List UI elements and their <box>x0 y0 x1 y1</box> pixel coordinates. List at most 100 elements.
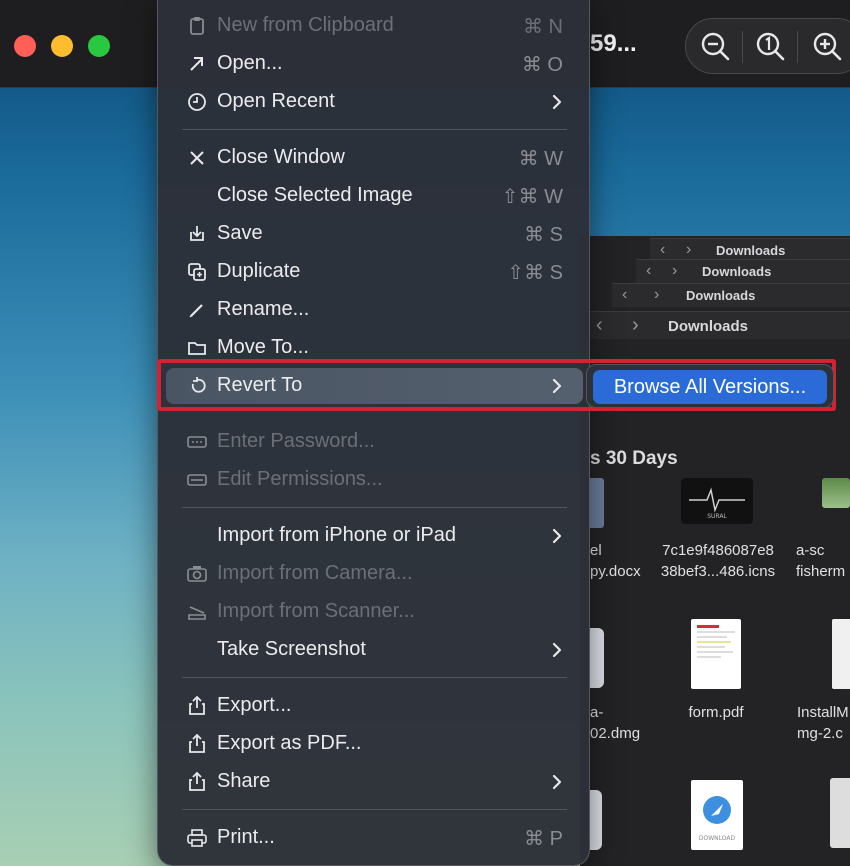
finder-path-bar: ‹ › Downloads <box>590 311 850 339</box>
file-name[interactable]: a- 02.dmg <box>590 702 650 744</box>
finder-path-label: Downloads <box>686 288 756 303</box>
browse-all-versions-item[interactable]: Browse All Versions... <box>593 370 827 404</box>
permissions-icon <box>186 469 208 491</box>
menu-item-import-from-camera: Import from Camera... <box>166 556 583 592</box>
scanner-icon <box>186 601 208 623</box>
file-thumbnail[interactable] <box>832 619 850 689</box>
menu-item-label: Enter Password... <box>217 430 375 452</box>
forward-icon[interactable]: › <box>672 262 677 280</box>
zoom-window-button[interactable] <box>88 35 110 57</box>
menu-separator <box>182 677 567 678</box>
duplicate-icon <box>186 261 208 283</box>
clipboard-icon <box>186 15 208 37</box>
zoom-controls <box>685 18 850 74</box>
menu-item-label: Edit Permissions... <box>217 468 383 490</box>
file-thumbnail[interactable] <box>590 478 604 528</box>
export-icon <box>186 695 208 717</box>
share-icon <box>186 771 208 793</box>
back-icon[interactable]: ‹ <box>646 262 651 280</box>
zoom-in-icon[interactable] <box>810 29 846 65</box>
revert-to-submenu: Browse All Versions... <box>586 364 834 408</box>
menu-separator <box>182 507 567 508</box>
menu-item-rename[interactable]: Rename... <box>166 292 583 328</box>
menu-separator <box>182 129 567 130</box>
menu-item-print[interactable]: Print... ⌘ P <box>166 820 583 856</box>
file-name[interactable]: a-sc fisherm <box>796 540 850 582</box>
menu-item-label: Import from Scanner... <box>217 600 415 622</box>
menu-item-shortcut: ⇧⌘ S <box>507 262 563 284</box>
file-thumbnail[interactable]: SURAL <box>681 478 753 524</box>
menu-item-label: Open Recent <box>217 90 335 112</box>
forward-icon[interactable]: › <box>686 241 691 259</box>
menu-item-shortcut: ⌘ O <box>521 54 563 76</box>
file-menu: New from Clipboard ⌘ N Open... ⌘ O Open Rece… <box>157 0 590 866</box>
actual-size-icon[interactable] <box>753 29 789 65</box>
menu-item-share[interactable]: Share <box>166 764 583 800</box>
password-icon <box>186 431 208 453</box>
finder-path-bar: ‹ › Downloads <box>612 283 850 307</box>
chevron-right-icon <box>547 640 567 660</box>
chevron-right-icon <box>547 92 567 112</box>
menu-item-label: Rename... <box>217 298 310 320</box>
zoom-separator <box>742 31 743 63</box>
finder-path-bar: ‹ › Downloads <box>636 259 850 283</box>
finder-section-title: s 30 Days <box>590 448 678 469</box>
back-icon[interactable]: ‹ <box>660 241 665 259</box>
menu-item-enter-password: Enter Password... <box>166 424 583 460</box>
file-thumbnail[interactable] <box>822 478 850 508</box>
menu-item-open-recent[interactable]: Open Recent <box>166 84 583 120</box>
menu-separator <box>182 809 567 810</box>
menu-item-export[interactable]: Export... <box>166 688 583 724</box>
folder-icon <box>186 337 208 359</box>
save-icon <box>186 223 208 245</box>
finder-path-label: Downloads <box>668 318 749 335</box>
menu-item-label: Close Window <box>217 146 345 168</box>
file-thumbnail[interactable] <box>590 628 604 688</box>
file-name[interactable]: 7c1e9f486087e8 38bef3...486.icns <box>648 540 788 582</box>
back-icon[interactable]: ‹ <box>622 286 627 304</box>
file-name[interactable]: InstallM mg-2.c <box>797 702 850 744</box>
open-arrow-icon <box>186 53 208 75</box>
menu-item-label: Export... <box>217 694 292 716</box>
close-window-button[interactable] <box>14 35 36 57</box>
minimize-window-button[interactable] <box>51 35 73 57</box>
file-thumbnail[interactable] <box>830 778 850 848</box>
file-thumbnail[interactable]: DOWNLOAD <box>691 780 743 850</box>
back-icon[interactable]: ‹ <box>596 314 603 337</box>
menu-item-take-screenshot[interactable]: Take Screenshot <box>166 632 583 668</box>
camera-icon <box>186 563 208 585</box>
menu-item-close-selected-image[interactable]: Close Selected Image ⇧⌘ W <box>166 178 583 214</box>
printer-icon <box>186 827 208 849</box>
file-name[interactable]: el py.docx <box>590 540 641 582</box>
menu-item-edit-permissions: Edit Permissions... <box>166 462 583 498</box>
menu-item-label: Share <box>217 770 271 792</box>
menu-item-duplicate[interactable]: Duplicate ⇧⌘ S <box>166 254 583 290</box>
file-thumbnail[interactable] <box>691 619 741 689</box>
file-thumbnail[interactable] <box>590 790 602 850</box>
menu-item-label: Open... <box>217 52 283 74</box>
menu-item-import-from-scanner: Import from Scanner... <box>166 594 583 630</box>
forward-icon[interactable]: › <box>632 314 639 337</box>
menu-item-import-from-iphone-or-ipad[interactable]: Import from iPhone or iPad <box>166 518 583 554</box>
menu-item-label: Close Selected Image <box>217 184 413 206</box>
menu-item-save[interactable]: Save ⌘ S <box>166 216 583 252</box>
menu-item-export-as-pdf[interactable]: Export as PDF... <box>166 726 583 762</box>
finder-path-label: Downloads <box>702 264 772 279</box>
menu-item-label: Duplicate <box>217 260 301 282</box>
menu-item-close-window[interactable]: Close Window ⌘ W <box>166 140 583 176</box>
menu-item-label: New from Clipboard <box>217 14 394 36</box>
thumb-caption: DOWNLOAD <box>699 835 736 842</box>
menu-item-shortcut: ⌘ W <box>518 148 563 170</box>
menu-item-shortcut: ⇧⌘ W <box>501 186 563 208</box>
forward-icon[interactable]: › <box>654 286 659 304</box>
menu-item-open[interactable]: Open... ⌘ O <box>166 46 583 82</box>
menu-item-label: Print... <box>217 826 275 848</box>
menu-item-shortcut: ⌘ P <box>524 828 563 850</box>
chevron-right-icon <box>547 526 567 546</box>
menu-item-label: Import from Camera... <box>217 562 413 584</box>
finder-path-label: Downloads <box>716 243 786 258</box>
zoom-out-icon[interactable] <box>698 29 734 65</box>
chevron-right-icon <box>547 772 567 792</box>
file-name[interactable]: form.pdf <box>668 702 764 723</box>
zoom-separator <box>797 31 798 63</box>
